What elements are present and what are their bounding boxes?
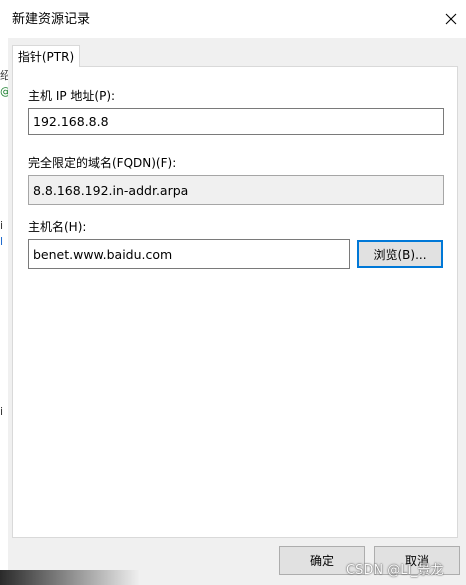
background-window-fragment: i [0,406,4,418]
host-ip-label: 主机 IP 地址(P): [28,89,116,103]
browse-button[interactable]: 浏览(B)... [357,240,443,268]
tab-panel-ptr [12,66,458,538]
fqdn-value: 8.8.168.192.in-addr.arpa [33,182,189,198]
background-window-fragment: 绍 [0,70,8,82]
dialog-title: 新建资源记录 [12,12,91,27]
host-ip-input[interactable] [33,114,439,129]
host-name-label: 主机名(H): [28,220,87,234]
tab-label: 指针(PTR) [17,50,75,64]
ok-button-label: 确定 [309,554,334,568]
background-window-strip [0,38,8,585]
background-window-fragment: @ [0,86,8,98]
tab-ptr[interactable]: 指针(PTR) [12,45,80,67]
host-name-field[interactable] [28,239,350,269]
fqdn-label: 完全限定的域名(FQDN)(F): [28,156,177,170]
background-shadow [0,570,140,585]
background-window-fragment: i [0,220,4,232]
host-ip-field[interactable] [28,108,444,135]
background-window-fragment: l [0,236,4,248]
close-button[interactable] [436,6,466,32]
fqdn-field: 8.8.168.192.in-addr.arpa [28,175,444,205]
title-bar: 新建资源记录 [0,0,466,38]
browse-button-label: 浏览(B)... [373,247,427,262]
close-icon [445,13,457,25]
host-name-input[interactable] [33,246,345,262]
watermark: CSDN @Ll_景龙 [346,563,444,578]
new-resource-record-dialog: 新建资源记录 绍 @ i l i 指针(PTR) 主机 IP 地址(P): 完全… [0,0,466,585]
